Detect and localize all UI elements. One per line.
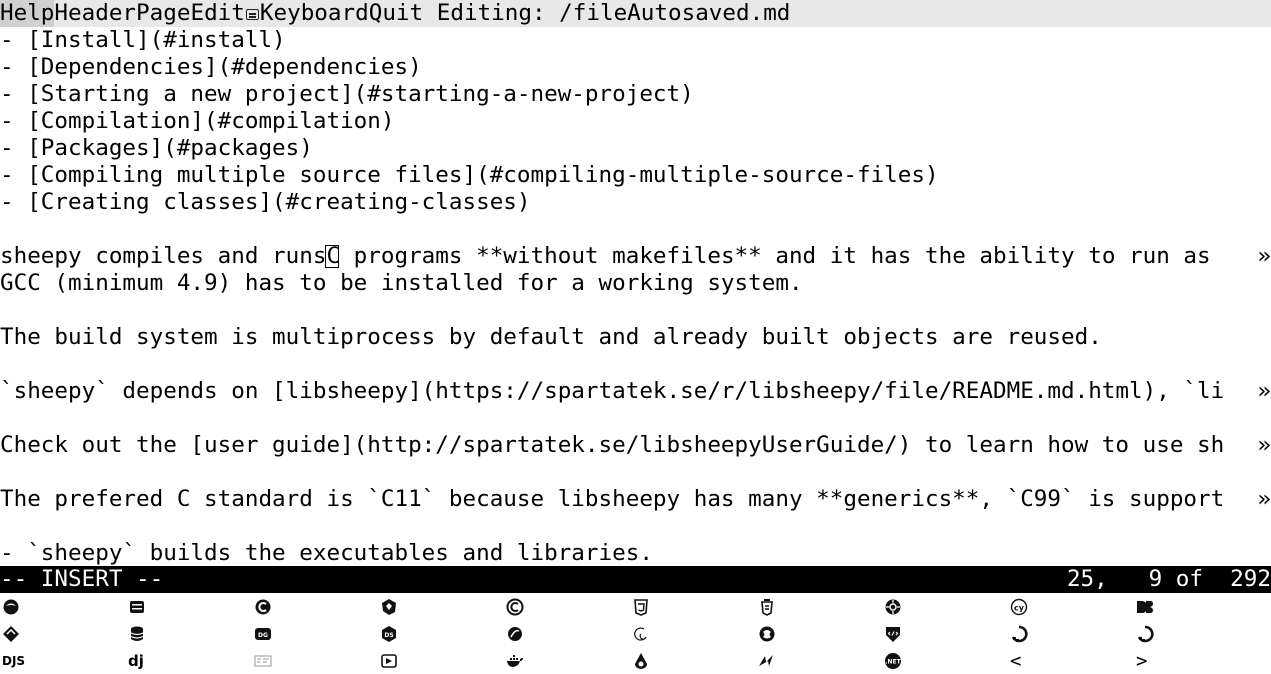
icon-palette: cy DG DS DJS dj .NET < > — [0, 593, 1271, 674]
djs-icon[interactable]: DJS — [0, 647, 126, 674]
icon-16[interactable] — [630, 620, 756, 647]
html5-icon[interactable] — [630, 593, 756, 620]
icon-19[interactable] — [1008, 620, 1134, 647]
svg-text:DG: DG — [258, 632, 268, 639]
icon-24[interactable] — [378, 647, 504, 674]
line-text: Check out the [user guide](http://sparta… — [0, 432, 1225, 458]
dotnet-icon[interactable]: .NET — [882, 647, 1008, 674]
menu-quit[interactable]: Quit — [369, 0, 423, 27]
icon-20[interactable] — [1134, 620, 1260, 647]
next-page-icon[interactable]: > — [1134, 647, 1260, 674]
editor-line: GCC (minimum 4.9) has to be installed fo… — [0, 270, 803, 296]
editor-line: - [Install](#install) — [0, 27, 286, 53]
truncation-marker: » — [1257, 432, 1271, 459]
dj-label: dj — [128, 651, 144, 670]
menu-edit[interactable]: Edit — [190, 0, 244, 27]
truncation-marker: » — [1257, 378, 1271, 405]
djs-label: DJS — [2, 653, 26, 668]
icon-7[interactable] — [756, 593, 882, 620]
next-label: > — [1136, 649, 1148, 672]
icon-15[interactable] — [504, 620, 630, 647]
mode-indicator: -- INSERT -- — [0, 566, 164, 592]
menu-help[interactable]: Help — [0, 0, 55, 27]
window-title: Editing: /fileAutosaved.md — [423, 0, 791, 26]
icon-3[interactable] — [252, 593, 378, 620]
icon-23[interactable] — [252, 647, 378, 674]
editor-line: - [Creating classes](#creating-classes) — [0, 189, 531, 215]
truncation-marker: » — [1257, 243, 1271, 270]
line-text-after-cursor: C programs **without makefiles** and it … — [326, 243, 1211, 269]
icon-row: cy — [0, 593, 1271, 620]
editor-line: - [Compilation](#compilation) — [0, 108, 395, 134]
icon-2[interactable] — [126, 593, 252, 620]
dj-icon[interactable]: dj — [126, 647, 252, 674]
copyleft-icon[interactable]: cy — [1008, 593, 1134, 620]
icon-4[interactable] — [378, 593, 504, 620]
editor-line: - [Dependencies](#dependencies) — [0, 54, 422, 80]
menu-bar: Help Header Page Edit Keyboard Quit Editing: … — [0, 0, 1271, 27]
icon-row: DJS dj .NET < > — [0, 647, 1271, 674]
editor-line: The prefered C standard is `C11` because… — [0, 486, 1271, 513]
icon-8[interactable] — [882, 593, 1008, 620]
cursor-position: 25, 9 of 292 — [1066, 566, 1271, 592]
icon-14[interactable]: DS — [378, 620, 504, 647]
menu-keyboard[interactable]: Keyboard — [260, 0, 369, 27]
truncation-marker: » — [1257, 486, 1271, 513]
status-bar: -- INSERT -- 25, 9 of 292 — [0, 566, 1271, 593]
editor-line: The build system is multiprocess by defa… — [0, 324, 1102, 350]
svg-text:DS: DS — [384, 632, 393, 639]
icon-27[interactable] — [756, 647, 882, 674]
menu-page[interactable]: Page — [136, 0, 190, 27]
editor-line: `sheepy` depends on [libsheepy](https://… — [0, 378, 1271, 405]
icon-11[interactable] — [0, 620, 126, 647]
icon-1[interactable] — [0, 593, 126, 620]
line-text: The prefered C standard is `C11` because… — [0, 486, 1225, 512]
editor-line: - [Packages](#packages) — [0, 135, 313, 161]
editor-line: Check out the [user guide](http://sparta… — [0, 432, 1271, 459]
editor-line-cursor: sheepy compiles and runsC programs **wit… — [0, 243, 1271, 270]
icon-18[interactable] — [882, 620, 1008, 647]
icon-17[interactable] — [756, 620, 882, 647]
svg-text:.NET: .NET — [885, 658, 901, 665]
svg-text:cy: cy — [1014, 603, 1025, 612]
icon-26[interactable] — [630, 647, 756, 674]
database-icon[interactable] — [126, 620, 252, 647]
editor-line: - `sheepy` builds the executables and li… — [0, 540, 653, 566]
text-editor[interactable]: - [Install](#install) - [Dependencies](#… — [0, 27, 1271, 566]
menu-header[interactable]: Header — [54, 0, 136, 27]
d3-icon[interactable] — [1134, 593, 1260, 620]
line-text-before-cursor: sheepy compiles and runs — [0, 243, 327, 269]
keyboard-icon — [245, 9, 259, 20]
icon-5[interactable] — [504, 593, 630, 620]
docker-icon[interactable] — [504, 647, 630, 674]
editor-line: - [Starting a new project](#starting-a-n… — [0, 81, 694, 107]
icon-row: DG DS — [0, 620, 1271, 647]
prev-label: < — [1010, 649, 1022, 672]
line-text: `sheepy` depends on [libsheepy](https://… — [0, 378, 1225, 404]
prev-page-icon[interactable]: < — [1008, 647, 1134, 674]
icon-13[interactable]: DG — [252, 620, 378, 647]
editor-line: - [Compiling multiple source files](#com… — [0, 162, 939, 188]
